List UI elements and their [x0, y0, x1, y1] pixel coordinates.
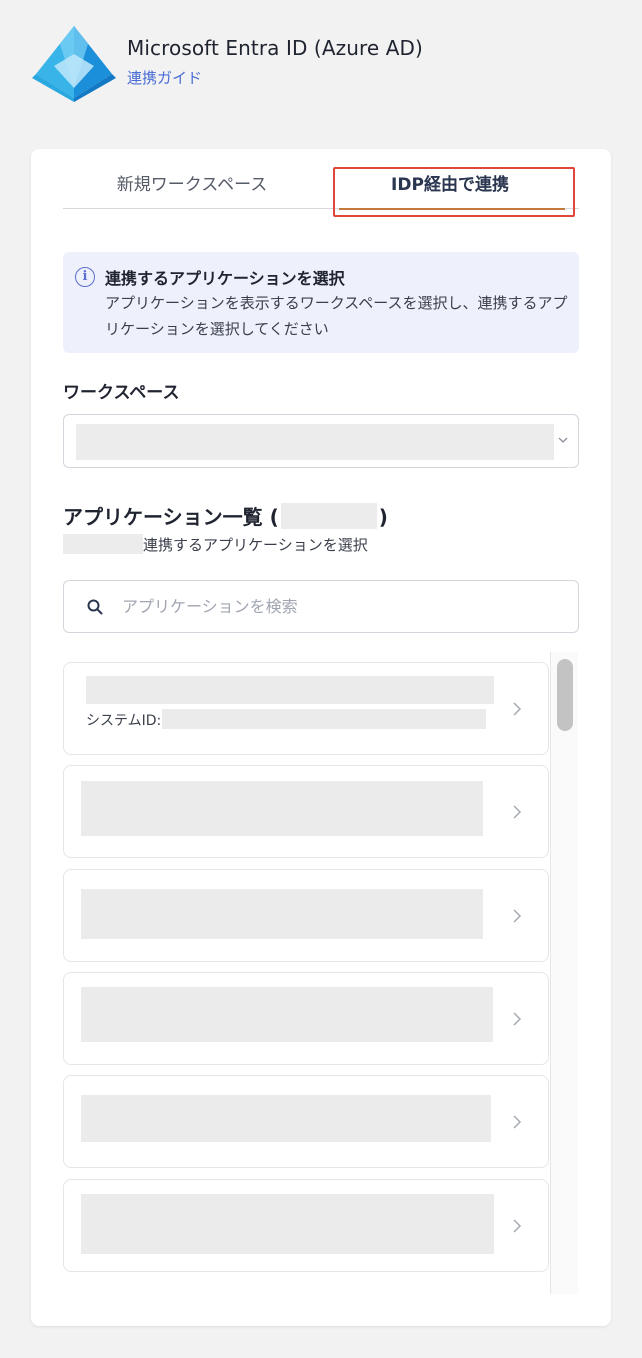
list-item[interactable]: [63, 972, 549, 1065]
tab-bar: 新規ワークスペース IDP経由で連携: [63, 165, 579, 210]
chevron-right-icon: [513, 702, 522, 716]
chevron-right-icon: [513, 909, 522, 923]
workspace-label: ワークスペース: [63, 383, 180, 403]
info-description: アプリケーションを表示するワークスペースを選択し、連携するアプリケーションを選択…: [105, 294, 568, 338]
workspace-select[interactable]: [63, 414, 579, 468]
app-list-subtitle-text: 連携するアプリケーションを選択: [143, 536, 368, 554]
tab-via-idp-label: IDP経由で連携: [391, 175, 509, 195]
redacted-app-entry: [81, 781, 483, 836]
chevron-right-icon: [513, 1219, 522, 1233]
app-list-title-suffix: ): [378, 505, 388, 529]
list-scrollbar[interactable]: [550, 652, 578, 1294]
tab-new-workspace[interactable]: 新規ワークスペース: [63, 165, 321, 209]
chevron-right-icon: [513, 1115, 522, 1129]
scrollbar-thumb[interactable]: [557, 659, 573, 731]
app-header: Microsoft Entra ID (Azure AD) 連携ガイド: [32, 26, 612, 102]
chevron-right-icon: [513, 1012, 522, 1026]
list-item[interactable]: [63, 765, 549, 858]
app-search-box: [63, 580, 579, 633]
redacted-workspace-value: [76, 424, 554, 460]
info-title: 連携するアプリケーションを選択: [105, 269, 345, 288]
redacted-app-entry: [81, 1095, 491, 1142]
list-item[interactable]: システムID:: [63, 662, 549, 755]
list-item[interactable]: [63, 1075, 549, 1168]
info-icon: i: [75, 267, 95, 287]
app-list-title: アプリケーション一覧 (): [63, 501, 388, 530]
list-item[interactable]: [63, 869, 549, 962]
chevron-right-icon: [513, 805, 522, 819]
redacted-app-entry: [81, 987, 493, 1042]
redacted-count: [280, 503, 377, 529]
search-icon: [87, 599, 103, 615]
app-search-input[interactable]: [122, 581, 562, 632]
redacted-app-name: [86, 676, 494, 704]
integration-card: 新規ワークスペース IDP経由で連携 i 連携するアプリケーションを選択 アプリ…: [31, 149, 611, 1326]
integration-guide-link[interactable]: 連携ガイド: [127, 67, 202, 88]
list-item[interactable]: [63, 1179, 549, 1272]
redacted-app-entry: [81, 889, 483, 939]
redacted-app-entry: [81, 1194, 494, 1254]
app-list-subtitle: 連携するアプリケーションを選択: [63, 534, 368, 555]
redacted-system-id: [162, 709, 486, 729]
azure-ad-logo-icon: [32, 26, 116, 102]
redacted-name: [63, 534, 143, 554]
tab-via-idp[interactable]: IDP経由で連携: [321, 165, 579, 210]
system-id-label: システムID:: [86, 713, 162, 729]
application-list: システムID:: [63, 652, 579, 1292]
chevron-down-icon: [558, 437, 568, 443]
app-list-title-prefix: アプリケーション一覧 (: [63, 505, 279, 529]
info-banner: i 連携するアプリケーションを選択 アプリケーションを表示するワークスペースを選…: [63, 252, 579, 353]
page-title: Microsoft Entra ID (Azure AD): [127, 36, 423, 60]
active-tab-indicator: [339, 208, 565, 210]
